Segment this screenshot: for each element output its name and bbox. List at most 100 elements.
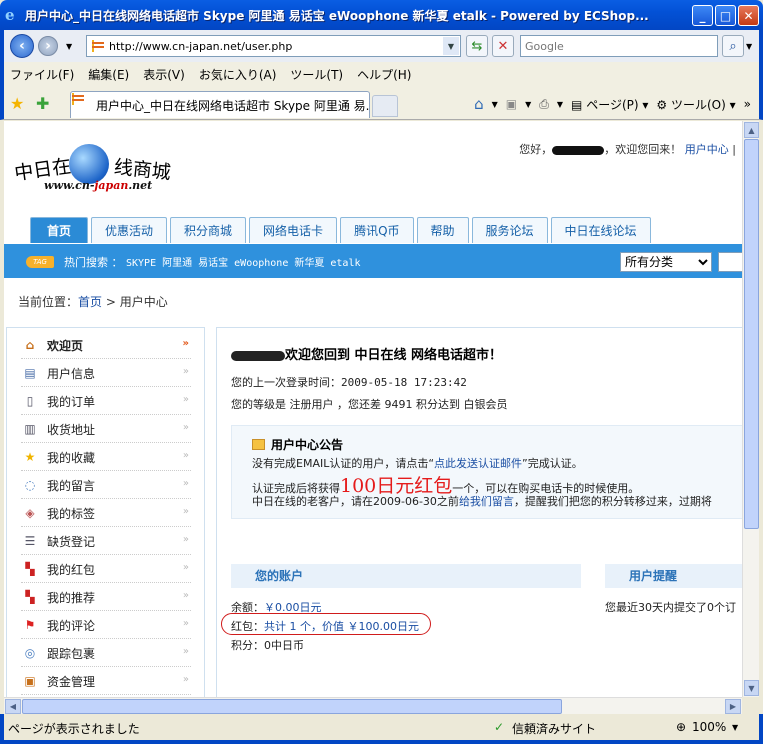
masked-username <box>552 145 605 155</box>
site-search-input[interactable] <box>718 252 742 272</box>
print-icon[interactable]: ⎙ <box>539 97 549 112</box>
site-logo[interactable]: 中日在 线商城 www.cn-japan.net <box>13 141 174 201</box>
url-input[interactable] <box>109 39 439 53</box>
search-input[interactable] <box>525 40 710 53</box>
sidebar-item-red-packets[interactable]: ▚ 我的红包» <box>21 556 191 583</box>
chevron-right-icon: » <box>182 450 189 461</box>
sidebar-item-out-of-stock[interactable]: ☰ 缺货登记» <box>21 528 191 555</box>
url-dropdown-icon[interactable]: ▼ <box>443 37 459 55</box>
nav-service-forum[interactable]: 服务论坛 <box>471 217 548 243</box>
zoom-dropdown-icon[interactable]: ▼ <box>732 723 738 732</box>
feed-dropdown-icon[interactable]: ▼ <box>525 100 531 109</box>
feed-icon[interactable]: ▣ <box>506 97 517 111</box>
sidebar-item-tags[interactable]: ◈ 我的标签» <box>21 500 191 527</box>
chevron-right-icon: » <box>182 366 189 377</box>
scroll-left-icon[interactable]: ◀ <box>5 699 21 714</box>
menu-edit[interactable]: 編集(E) <box>88 66 129 83</box>
sidebar-item-funds[interactable]: ▣ 资金管理» <box>21 668 191 695</box>
wallet-icon: ▣ <box>24 674 36 688</box>
tools-menu[interactable]: ⚙ ツール(O) ▾ <box>656 96 735 113</box>
search-options-icon[interactable]: ▼ <box>746 42 752 51</box>
document-icon: ▯ <box>26 394 34 408</box>
nav-promotions[interactable]: 优惠活动 <box>91 217 168 243</box>
nav-forum[interactable]: 中日在线论坛 <box>550 217 651 243</box>
hot-search: 热门搜索 ： SKYPE 阿里通 易话宝 eWoophone 新华夏 etalk <box>64 256 361 269</box>
speech-bubble-icon: ◌ <box>24 478 36 492</box>
sidebar-item-comments[interactable]: ⚑ 我的评论» <box>21 612 191 639</box>
home-dropdown-icon[interactable]: ▼ <box>492 100 498 109</box>
status-bar: ページが表示されました ✓ 信頼済みサイト ⊕ 100% ▼ <box>0 714 763 744</box>
nav-phone-cards[interactable]: 网络电话卡 <box>249 217 338 243</box>
tab-bar: ★ ✚ 用户中心_中日在线网络电话超市 Skype 阿里通 易... ⌂ ▼ ▣ ▼… <box>0 86 763 120</box>
scroll-right-icon[interactable]: ▶ <box>725 699 741 714</box>
close-button[interactable]: ✕ <box>738 5 759 26</box>
browser-tab[interactable]: 用户中心_中日在线网络电话超市 Skype 阿里通 易... <box>70 91 370 118</box>
minimize-button[interactable]: _ <box>692 5 713 26</box>
user-center-link[interactable]: 用户中心 <box>685 143 729 156</box>
recommend-icon: ▚ <box>25 590 35 604</box>
horizontal-scrollbar[interactable]: ◀ ▶ <box>4 697 742 714</box>
favorites-star-icon[interactable]: ★ <box>10 94 24 113</box>
breadcrumb-home[interactable]: 首页 <box>78 295 102 309</box>
bonus-link[interactable]: 共计 1 个，价值 ￥100.00日元 <box>264 620 419 633</box>
sidebar-item-favorites[interactable]: ★ 我的收藏» <box>21 444 191 471</box>
chevron-right-icon: » <box>182 338 189 349</box>
address-bar: ‹ › ▼ ▼ ⇆ ✕ ⌕ ▼ <box>0 30 763 62</box>
sidebar-item-user-info[interactable]: ▤ 用户信息» <box>21 360 191 387</box>
hot-keywords[interactable]: SKYPE 阿里通 易话宝 eWoophone 新华夏 etalk <box>126 258 361 269</box>
main-nav: 首页 优惠活动 积分商城 网络电话卡 腾讯Q币 帮助 服务论坛 中日在线论坛 <box>30 217 651 243</box>
menu-view[interactable]: 表示(V) <box>143 66 185 83</box>
menu-favorites[interactable]: お気に入り(A) <box>199 66 277 83</box>
add-favorite-icon[interactable]: ✚ <box>36 94 49 113</box>
user-greeting: 您好， ，欢迎您回来！ 用户中心 | <box>519 143 736 156</box>
horizontal-scroll-thumb[interactable] <box>22 699 562 714</box>
command-bar: ⌂ ▼ ▣ ▼ ⎙ ▼ ▤ ページ(P) ▾ ⚙ ツール(O) ▾ » <box>474 95 751 113</box>
search-icon[interactable]: ⌕ <box>722 35 744 57</box>
menu-help[interactable]: ヘルプ(H) <box>357 66 411 83</box>
chevron-right-icon: » <box>182 534 189 545</box>
scroll-up-icon[interactable]: ▲ <box>744 122 759 138</box>
notice-box: 用户中心公告 没有完成EMAIL认证的用户，请点击“点此发送认证邮件”完成认证。… <box>231 425 742 519</box>
folder-icon <box>252 439 265 450</box>
vertical-scrollbar[interactable]: ▲ ▼ <box>742 121 759 697</box>
sidebar-item-messages[interactable]: ◌ 我的留言» <box>21 472 191 499</box>
zoom-level[interactable]: 100% <box>692 720 726 734</box>
sidebar-item-orders[interactable]: ▯ 我的订单» <box>21 388 191 415</box>
nav-home[interactable]: 首页 <box>30 217 89 243</box>
notice-title: 用户中心公告 <box>252 436 343 453</box>
nav-qcoin[interactable]: 腾讯Q币 <box>340 217 414 243</box>
security-zone[interactable]: 信頼済みサイト <box>512 720 596 737</box>
maximize-button[interactable]: □ <box>715 5 736 26</box>
page-menu[interactable]: ▤ ページ(P) ▾ <box>571 96 648 113</box>
new-tab-button[interactable] <box>372 95 398 117</box>
vertical-scroll-thumb[interactable] <box>744 139 759 529</box>
chevron-right-icon: » <box>182 674 189 685</box>
sidebar-item-welcome[interactable]: ⌂ 欢迎页» <box>21 332 191 359</box>
nav-help[interactable]: 帮助 <box>416 217 469 243</box>
sidebar-item-track-package[interactable]: ◎ 跟踪包裹» <box>21 640 191 667</box>
more-chevron-icon[interactable]: » <box>744 97 751 111</box>
leave-message-link[interactable]: 给我们留言 <box>459 495 514 508</box>
home-icon[interactable]: ⌂ <box>474 95 484 113</box>
account-heading: 您的账户 <box>231 564 581 588</box>
id-card-icon: ▤ <box>24 366 36 380</box>
scroll-down-icon[interactable]: ▼ <box>744 680 759 696</box>
category-select[interactable]: 所有分类 <box>620 252 712 272</box>
forward-arrow-icon[interactable]: › <box>38 36 58 56</box>
sidebar-item-address[interactable]: ▥ 收货地址» <box>21 416 191 443</box>
send-verify-email-link[interactable]: 点此发送认证邮件 <box>434 457 522 470</box>
tag-icon: ◈ <box>25 506 35 520</box>
back-arrow-icon[interactable]: ‹ <box>10 34 34 58</box>
stop-icon[interactable]: ✕ <box>492 35 514 57</box>
page-icon: ▤ <box>571 97 583 112</box>
history-dropdown-icon[interactable]: ▼ <box>66 42 72 51</box>
menu-tools[interactable]: ツール(T) <box>290 66 343 83</box>
refresh-icon[interactable]: ⇆ <box>466 35 488 57</box>
status-text: ページが表示されました <box>8 722 140 736</box>
globe-icon <box>69 144 109 184</box>
menu-file[interactable]: ファイル(F) <box>10 66 74 83</box>
print-dropdown-icon[interactable]: ▼ <box>557 100 563 109</box>
member-level: 您的等级是 注册用户 ，您还差 9491 积分达到 白银会员 <box>231 398 508 411</box>
sidebar-item-recommend[interactable]: ▚ 我的推荐» <box>21 584 191 611</box>
nav-points-mall[interactable]: 积分商城 <box>170 217 247 243</box>
